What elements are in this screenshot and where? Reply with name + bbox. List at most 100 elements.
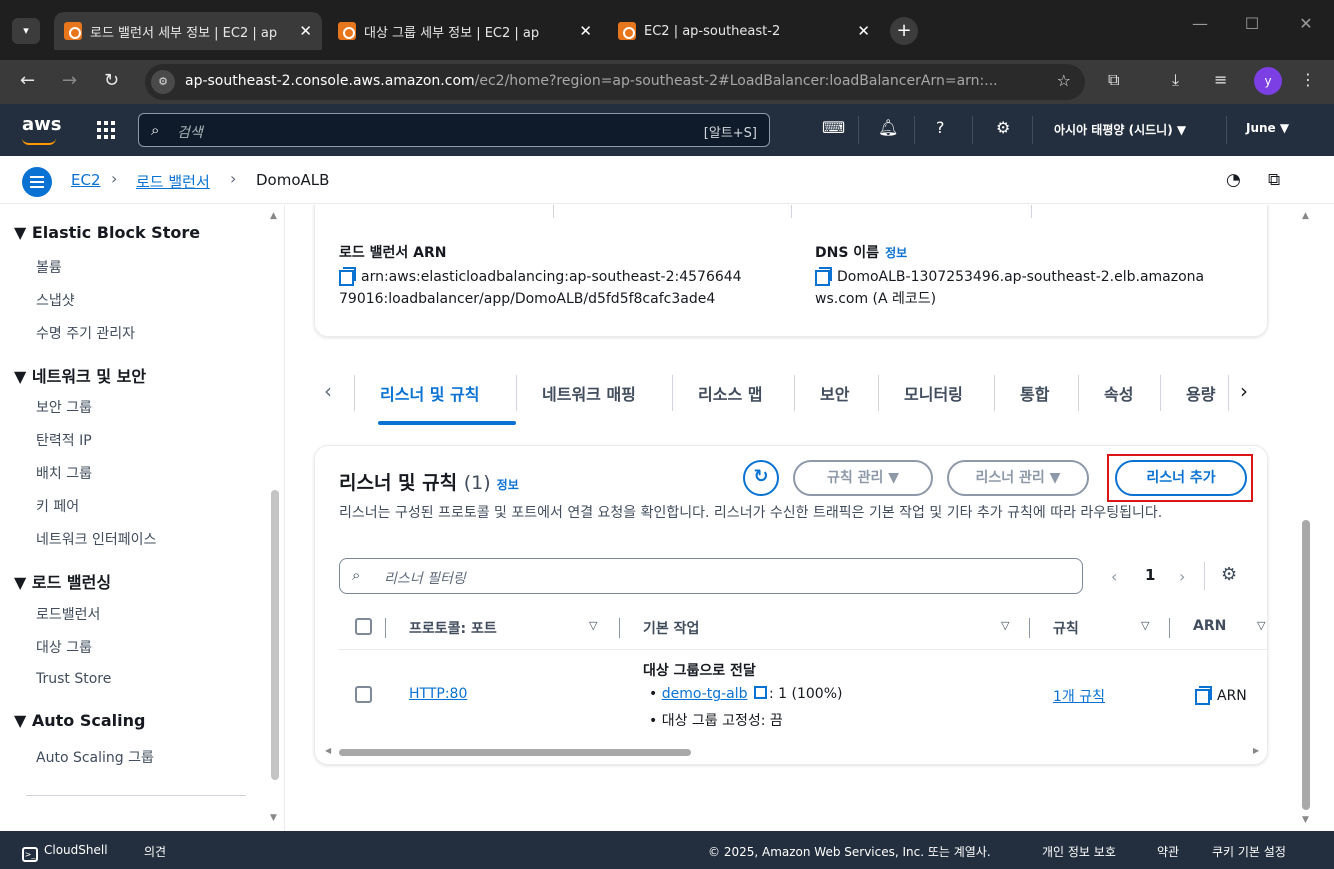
cloudshell-icon[interactable]: ⌨ xyxy=(822,118,845,137)
sidebar-section-load-balancing[interactable]: ▼ 로드 밸런싱 xyxy=(14,569,111,593)
scrollbar-thumb[interactable] xyxy=(339,749,691,756)
notifications-icon[interactable]: ◔ xyxy=(1226,170,1241,190)
browser-tab-1[interactable]: 로드 밸런서 세부 정보 | EC2 | ap ✕ xyxy=(54,12,322,50)
notifications-bell-icon[interactable]: 🔔︎ xyxy=(878,118,898,137)
sidebar-section-auto-scaling[interactable]: ▼ Auto Scaling xyxy=(14,711,145,730)
previous-page-icon[interactable]: ‹ xyxy=(1111,567,1117,586)
help-icon[interactable]: ? xyxy=(936,118,945,137)
sidebar-item-snapshots[interactable]: 스냅샷 xyxy=(36,290,75,310)
tab-capacity[interactable]: 용량 xyxy=(1186,381,1215,405)
scroll-up-arrow-icon[interactable]: ▲ xyxy=(1302,211,1309,221)
address-bar[interactable]: ⚙ ap-southeast-2.console.aws.amazon.com/… xyxy=(145,64,1085,100)
download-icon[interactable]: ⤓ xyxy=(1172,70,1179,90)
scroll-down-arrow-icon[interactable]: ▼ xyxy=(270,813,277,823)
tab-resource-map[interactable]: 리소스 맵 xyxy=(698,381,762,405)
services-grid-icon[interactable] xyxy=(97,121,115,139)
terms-link[interactable]: 약관 xyxy=(1157,843,1179,860)
sidebar-item-elastic-ips[interactable]: 탄력적 IP xyxy=(36,430,92,450)
scroll-down-arrow-icon[interactable]: ▼ xyxy=(1302,815,1309,825)
url-text[interactable]: ap-southeast-2.console.aws.amazon.com/ec… xyxy=(185,73,1035,89)
reading-list-icon[interactable]: ≡ xyxy=(1214,70,1227,89)
console-search-input[interactable]: ⌕ 검색 [알트+S] xyxy=(138,113,770,147)
table-horizontal-scrollbar[interactable]: ◀ ▶ xyxy=(323,746,1261,758)
sort-icon[interactable]: ▽ xyxy=(589,619,597,632)
tabs-scroll-left-icon[interactable]: ‹ xyxy=(324,379,332,403)
current-page[interactable]: 1 xyxy=(1145,566,1155,584)
sidebar-item-network-interfaces[interactable]: 네트워크 인터페이스 xyxy=(36,529,156,549)
scroll-up-arrow-icon[interactable]: ▲ xyxy=(270,211,277,221)
browser-menu-icon[interactable]: ⋮ xyxy=(1300,70,1316,89)
browser-tab-3[interactable]: EC2 | ap-southeast-2 ✕ xyxy=(608,12,880,50)
tab-monitoring[interactable]: 모니터링 xyxy=(904,381,963,405)
arn-copy-cell[interactable]: ARN xyxy=(1195,686,1247,705)
copy-icon[interactable] xyxy=(1195,686,1212,705)
sidebar-section-network-security[interactable]: ▼ 네트워크 및 보안 xyxy=(14,363,146,387)
sidebar-item-volumes[interactable]: 볼륨 xyxy=(36,257,62,277)
copy-icon[interactable] xyxy=(339,267,356,286)
sidebar-item-auto-scaling-groups[interactable]: Auto Scaling 그룹 xyxy=(36,747,154,767)
column-rules[interactable]: 규칙 xyxy=(1053,618,1079,638)
region-selector[interactable]: 아시아 태평양 (시드니) ▼ xyxy=(1054,121,1186,138)
tabs-scroll-right-icon[interactable]: › xyxy=(1240,379,1248,403)
close-icon[interactable]: ✕ xyxy=(579,22,592,40)
row-checkbox[interactable] xyxy=(355,686,372,703)
copy-icon[interactable] xyxy=(815,267,832,286)
sidebar-scrollbar[interactable] xyxy=(271,490,279,780)
column-protocol-port[interactable]: 프로토콜: 포트 xyxy=(409,618,497,638)
main-vertical-scrollbar[interactable]: ▲ ▼ xyxy=(1298,205,1314,831)
breadcrumb-ec2[interactable]: EC2 xyxy=(71,171,101,189)
tab-listeners-rules[interactable]: 리스너 및 규칙 xyxy=(380,381,479,405)
browser-tab-2[interactable]: 대상 그룹 세부 정보 | EC2 | ap ✕ xyxy=(328,12,602,50)
dns-info-link[interactable]: 정보 xyxy=(885,246,907,260)
site-info-icon[interactable]: ⚙ xyxy=(151,70,175,94)
close-window-icon[interactable]: ✕ xyxy=(1280,14,1332,33)
external-link-icon[interactable] xyxy=(753,686,767,699)
breadcrumb-load-balancers[interactable]: 로드 밸런서 xyxy=(136,171,210,192)
listeners-info-link[interactable]: 정보 xyxy=(497,478,519,492)
tab-network-mapping[interactable]: 네트워크 매핑 xyxy=(542,381,636,405)
sort-icon[interactable]: ▽ xyxy=(1141,619,1149,632)
sidebar-item-trust-stores[interactable]: Trust Store xyxy=(36,671,111,687)
sidebar-item-security-groups[interactable]: 보안 그룹 xyxy=(36,397,92,417)
extensions-icon[interactable]: ⧉ xyxy=(1108,70,1119,90)
sidebar-item-load-balancers[interactable]: 로드밸런서 xyxy=(36,604,100,624)
scroll-right-arrow-icon[interactable]: ▶ xyxy=(1253,746,1259,755)
sidebar-item-target-groups[interactable]: 대상 그룹 xyxy=(36,637,92,657)
tab-attributes[interactable]: 속성 xyxy=(1104,381,1133,405)
scrollbar-thumb[interactable] xyxy=(1302,520,1310,810)
close-icon[interactable]: ✕ xyxy=(857,22,870,40)
select-all-checkbox[interactable] xyxy=(355,618,372,635)
new-tab-button[interactable]: + xyxy=(890,17,918,45)
settings-gear-icon[interactable]: ⚙ xyxy=(996,118,1010,137)
tab-integrations[interactable]: 통합 xyxy=(1020,381,1049,405)
feedback-link[interactable]: 의견 xyxy=(144,843,166,860)
minimize-icon[interactable]: — xyxy=(1174,14,1226,33)
target-group-link[interactable]: demo-tg-alb xyxy=(662,686,748,702)
column-default-action[interactable]: 기본 작업 xyxy=(643,618,699,638)
close-icon[interactable]: ✕ xyxy=(299,22,312,40)
scroll-left-arrow-icon[interactable]: ◀ xyxy=(325,746,331,755)
sidebar-item-placement-groups[interactable]: 배치 그룹 xyxy=(36,463,92,483)
tab-security[interactable]: 보안 xyxy=(820,381,849,405)
sidebar-item-lifecycle-manager[interactable]: 수명 주기 관리자 xyxy=(36,323,135,343)
sidebar-section-ebs[interactable]: ▼ Elastic Block Store xyxy=(14,223,200,242)
cookie-preferences-link[interactable]: 쿠키 기본 설정 xyxy=(1212,843,1286,860)
bookmark-star-icon[interactable]: ☆ xyxy=(1057,71,1071,90)
refresh-button[interactable]: ↻ xyxy=(743,460,779,496)
maximize-icon[interactable]: ☐ xyxy=(1226,14,1278,33)
column-arn[interactable]: ARN xyxy=(1193,618,1226,634)
tab-search-button[interactable]: ▾ xyxy=(12,18,40,44)
reload-icon[interactable]: ↻ xyxy=(104,70,119,91)
privacy-link[interactable]: 개인 정보 보호 xyxy=(1042,843,1116,860)
forward-icon[interactable]: → xyxy=(62,70,77,91)
hamburger-menu-icon[interactable] xyxy=(22,167,52,197)
profile-avatar[interactable]: y xyxy=(1254,67,1282,95)
manage-listener-button[interactable]: 리스너 관리 ▼ xyxy=(947,460,1089,496)
listener-protocol-port-link[interactable]: HTTP:80 xyxy=(409,686,467,702)
table-settings-gear-icon[interactable]: ⚙ xyxy=(1221,564,1237,585)
cloudshell-link[interactable]: >_ CloudShell xyxy=(22,843,108,862)
rules-link[interactable]: 1개 규칙 xyxy=(1053,686,1105,706)
sidebar-item-key-pairs[interactable]: 키 페어 xyxy=(36,496,79,516)
aws-logo[interactable]: aws xyxy=(22,114,62,145)
next-page-icon[interactable]: › xyxy=(1179,567,1185,586)
